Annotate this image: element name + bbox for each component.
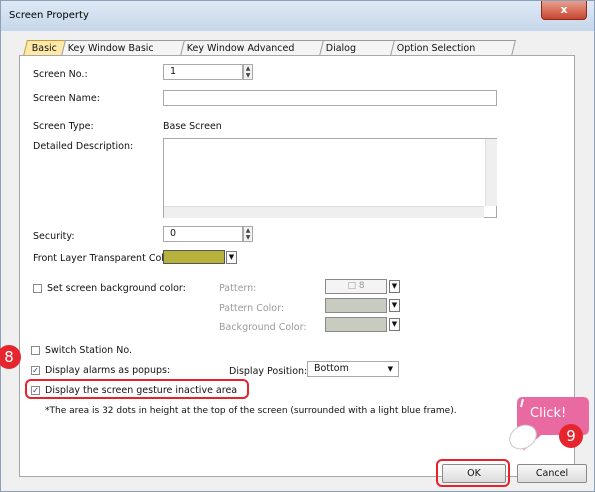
gesture-note: *The area is 32 dots in height at the to… [45, 406, 457, 416]
tab-dialog-window[interactable]: Dialog Window [319, 40, 397, 70]
tab-key-window-advanced[interactable]: Key Window Advanced Setting [180, 40, 326, 70]
screen-name-input[interactable] [163, 90, 497, 106]
description-vscrollbar[interactable] [485, 139, 497, 206]
display-position-label: Display Position: [229, 366, 308, 377]
screen-property-dialog: Screen Property x Basic Key Window Basic… [0, 0, 595, 492]
display-position-select[interactable]: Bottom ▼ [307, 361, 399, 377]
ok-button[interactable]: OK [442, 464, 506, 483]
screen-type-label: Screen Type: [33, 121, 94, 132]
screen-no-input[interactable]: 1 [163, 64, 243, 80]
pattern-color-dropdown[interactable]: ▼ [389, 299, 400, 312]
popups-checkbox[interactable]: ✓ [31, 366, 40, 375]
pattern-square-icon: □ [347, 281, 356, 291]
front-layer-color-label: Front Layer Transparent Color: [33, 253, 177, 264]
bg-color-checkbox[interactable] [33, 284, 42, 293]
title-bar: Screen Property [1, 1, 594, 31]
close-button[interactable]: x [541, 1, 587, 20]
click-label: Click! [530, 406, 567, 421]
switch-station-checkbox[interactable] [31, 346, 40, 355]
front-layer-color-swatch[interactable] [163, 250, 225, 264]
pattern-label: Pattern: [219, 283, 257, 294]
pattern-dropdown[interactable]: ▼ [389, 280, 400, 293]
security-input[interactable]: 0 [163, 226, 243, 242]
screen-no-label: Screen No.: [33, 69, 88, 80]
window-title: Screen Property [9, 10, 89, 21]
background-color-dropdown[interactable]: ▼ [389, 318, 400, 331]
switch-station-label: Switch Station No. [45, 345, 132, 356]
popups-label: Display alarms as popups: [45, 365, 171, 376]
step8-highlight [25, 379, 249, 399]
description-label: Detailed Description: [33, 141, 134, 152]
screen-no-spinner[interactable]: ▲ ▼ [243, 64, 253, 80]
front-layer-color-dropdown[interactable]: ▼ [226, 251, 237, 264]
tab-option-selection-window[interactable]: Option Selection Window [390, 40, 516, 70]
screen-name-label: Screen Name: [33, 93, 100, 104]
background-color-label: Background Color: [219, 322, 307, 333]
background-color-swatch[interactable] [325, 317, 387, 332]
step8-badge: 8 [0, 345, 21, 369]
bg-color-label: Set screen background color: [47, 283, 186, 294]
chevron-down-icon: ▼ [387, 365, 393, 373]
pattern-color-label: Pattern Color: [219, 303, 285, 314]
tab-key-window-basic[interactable]: Key Window Basic Setting [61, 40, 187, 70]
cancel-button[interactable]: Cancel [517, 464, 587, 483]
screen-type-value: Base Screen [163, 121, 222, 132]
pattern-color-swatch[interactable] [325, 298, 387, 313]
pattern-value: 8 [358, 281, 365, 291]
step9-badge: 9 [559, 424, 583, 448]
security-spinner[interactable]: ▲ ▼ [243, 226, 253, 242]
security-label: Security: [33, 231, 75, 242]
pattern-select[interactable]: □ 8 [325, 279, 387, 294]
display-position-value: Bottom [314, 363, 349, 374]
description-hscrollbar[interactable] [164, 206, 484, 218]
